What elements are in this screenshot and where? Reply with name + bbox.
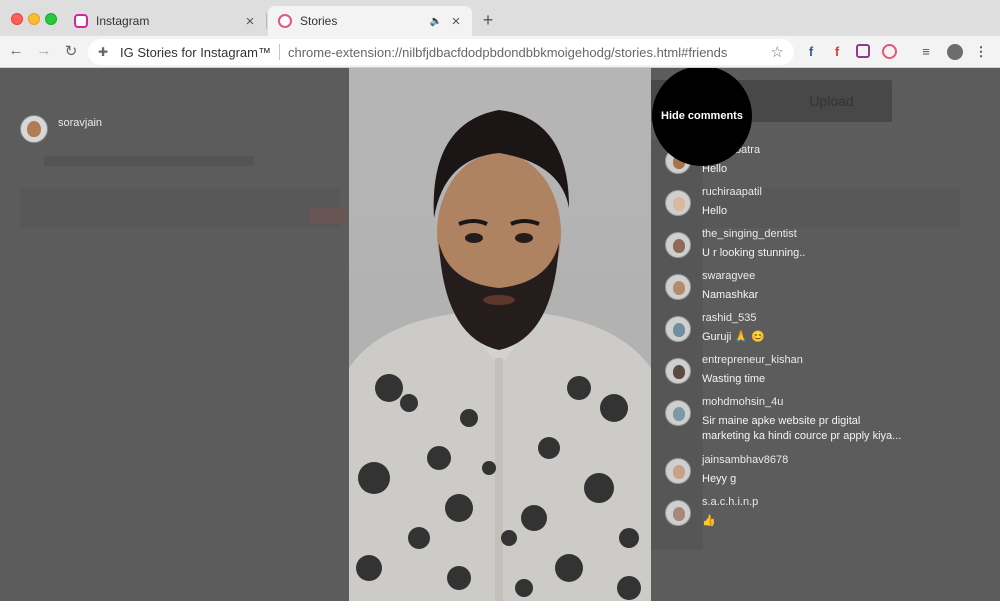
kebab-menu-icon[interactable]: ⋮ — [973, 44, 989, 60]
comment-username: swaragvee — [702, 270, 756, 282]
comment-username: mohdmohsin_4u — [702, 396, 784, 408]
omnibox-divider — [279, 44, 280, 60]
owner-username: soravjain — [58, 117, 103, 129]
close-tab-icon[interactable]: × — [242, 13, 258, 30]
avatar — [665, 500, 691, 526]
comment-text: Guruji 🙏 😊 — [702, 331, 765, 343]
avatar — [665, 232, 691, 258]
bookmark-star-icon[interactable]: ☆ — [771, 43, 784, 61]
comment-text: Hello — [702, 205, 728, 217]
maximize-window-button[interactable] — [45, 13, 57, 25]
profile-avatar-icon[interactable] — [947, 44, 963, 60]
tab-title: Instagram — [96, 14, 150, 28]
forward-arrow-icon[interactable]: → — [34, 42, 54, 59]
comment-username: entrepreneur_kishan — [702, 354, 803, 366]
reload-icon[interactable]: ↻ — [61, 42, 81, 60]
tab-title: Stories — [300, 14, 338, 28]
avatar — [665, 358, 691, 384]
avatar — [665, 190, 691, 216]
avatar — [665, 458, 691, 484]
story-viewer[interactable] — [349, 68, 651, 601]
tab-bar: Instagram × Stories 🔈 × + — [0, 0, 1000, 36]
instagram-icon — [74, 14, 88, 28]
puzzle-extension-icon: ✚ — [98, 45, 109, 59]
tab-stories[interactable]: Stories 🔈 × — [268, 6, 472, 36]
avatar — [20, 115, 48, 143]
comment-text: Namashkar — [702, 289, 759, 301]
browser-toolbar: ← → ↻ ✚ IG Stories for Instagram™ chrome… — [0, 36, 1000, 68]
instagram-square-extension-icon[interactable] — [856, 44, 870, 58]
background-text-placeholder — [44, 156, 254, 166]
close-tab-icon[interactable]: × — [448, 13, 464, 30]
stories-extension-toolbar-icon[interactable] — [882, 44, 897, 59]
comment-text: 👍 — [702, 515, 716, 527]
avatar — [665, 400, 691, 426]
comment-text: Sir maine apke website pr digital market… — [702, 415, 902, 442]
background-row — [20, 188, 340, 228]
comment-username: ruchiraapatil — [702, 186, 762, 198]
facebook-extension-icon[interactable]: f — [803, 44, 819, 60]
tab-divider — [266, 13, 267, 29]
address-bar[interactable]: ✚ IG Stories for Instagram™ chrome-exten… — [88, 39, 794, 65]
comment-username: s.a.c.h.i.n.p — [702, 496, 759, 508]
comment-username: the_singing_dentist — [702, 228, 797, 240]
url-text[interactable]: chrome-extension://nilbfjdbacfdodpbdondb… — [288, 45, 771, 60]
media-queue-icon[interactable]: ≡ — [918, 44, 934, 60]
comment-text: U r looking stunning.. — [702, 247, 806, 259]
comment-text: Wasting time — [702, 373, 766, 385]
hide-comments-label: Hide comments — [661, 110, 743, 122]
upload-tab[interactable]: Upload — [771, 80, 892, 122]
new-tab-button[interactable]: + — [478, 10, 498, 31]
avatar — [665, 316, 691, 342]
page-content: soravjain Search Upload — [0, 68, 1000, 601]
comment-username: rashid_535 — [702, 312, 757, 324]
comment-text: Hello — [702, 163, 728, 175]
comments-list: ruchitabatra Hello ruchiraapatil Hello t… — [651, 140, 907, 550]
hide-comments-button[interactable]: Hide comments — [652, 68, 752, 166]
speaker-icon[interactable]: 🔈 — [430, 16, 442, 27]
tab-instagram[interactable]: Instagram × — [64, 6, 266, 36]
site-label: IG Stories for Instagram™ — [120, 44, 271, 60]
minimize-window-button[interactable] — [28, 13, 40, 25]
comment-text: Heyy g — [702, 473, 737, 485]
facebook-red-extension-icon[interactable]: f — [829, 44, 845, 60]
back-arrow-icon[interactable]: ← — [6, 42, 26, 59]
stories-extension-icon — [278, 14, 292, 28]
close-window-button[interactable] — [11, 13, 23, 25]
avatar — [665, 274, 691, 300]
background-badge — [310, 208, 346, 224]
story-owner[interactable]: soravjain — [20, 115, 102, 143]
comment-username: jainsambhav8678 — [702, 454, 789, 466]
